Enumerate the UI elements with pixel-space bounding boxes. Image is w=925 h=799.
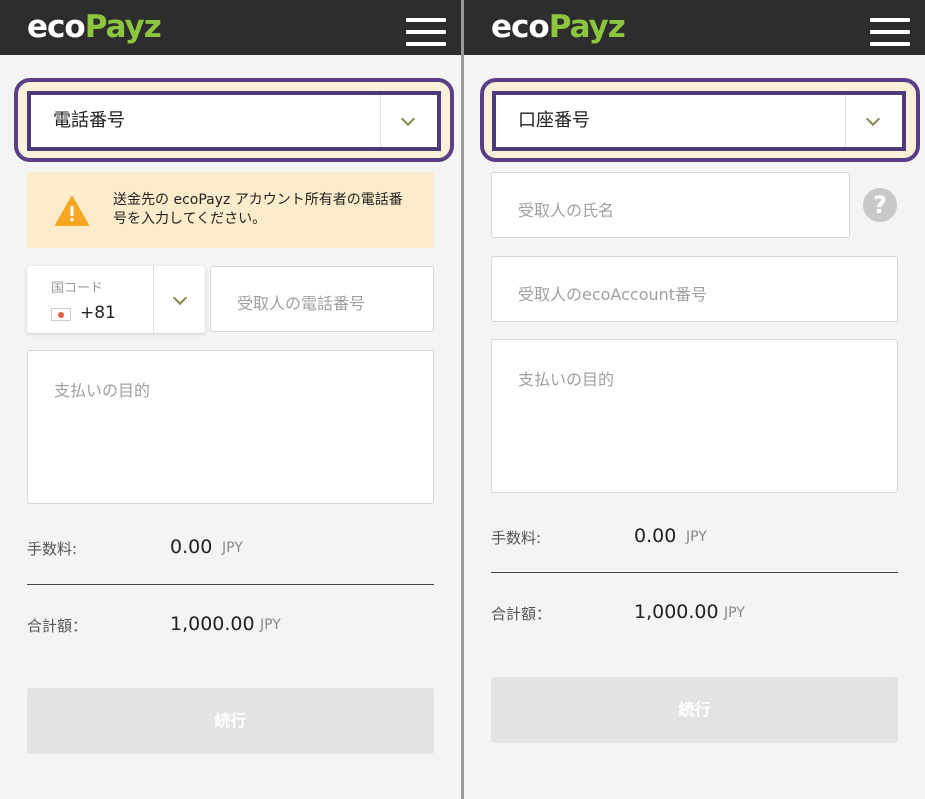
total-currency: JPY [260, 617, 281, 633]
warning-triangle-icon [55, 196, 89, 226]
payment-purpose-textarea[interactable]: 支払いの目的 [27, 350, 434, 504]
recipient-name-input[interactable]: 受取人の氏名 [491, 172, 850, 238]
divider [27, 584, 434, 585]
app-header: ecoPayz [0, 0, 461, 55]
warning-banner: 送金先の ecoPayz アカウント所有者の電話番号を入力してください。 [27, 172, 434, 248]
chevron-down-icon [400, 111, 416, 127]
fee-value: 0.00 [634, 525, 677, 547]
warning-text: 送金先の ecoPayz アカウント所有者の電話番号を入力してください。 [113, 192, 403, 227]
payment-purpose-textarea[interactable]: 支払いの目的 [491, 339, 898, 493]
continue-button[interactable]: 続行 [27, 688, 434, 754]
hamburger-icon[interactable] [406, 18, 446, 46]
chevron-down-icon [865, 111, 881, 127]
transfer-method-select[interactable]: 口座番号 [492, 91, 906, 151]
fee-currency: JPY [686, 529, 707, 545]
continue-button[interactable]: 続行 [491, 677, 898, 743]
japan-flag-icon [51, 308, 71, 321]
total-label: 合計額： [491, 605, 552, 623]
fee-value: 0.00 [170, 536, 213, 558]
fee-label: 手数料: [27, 540, 78, 558]
chevron-down-icon [172, 290, 188, 306]
fee-label: 手数料: [491, 529, 542, 547]
recipient-account-input[interactable]: 受取人のecoAccount番号 [491, 256, 898, 322]
total-value: 1,000.00 [170, 613, 255, 635]
app-header: ecoPayz [464, 0, 925, 55]
total-value: 1,000.00 [634, 601, 719, 623]
country-code-value: +81 [80, 303, 116, 323]
recipient-phone-input[interactable]: 受取人の電話番号 [210, 266, 434, 332]
hamburger-icon[interactable] [870, 18, 910, 46]
transfer-method-value: 電話番号 [53, 110, 125, 131]
total-label: 合計額： [27, 617, 88, 635]
divider [491, 572, 898, 573]
transfer-method-value: 口座番号 [518, 110, 590, 131]
right-panel: ecoPayz 口座番号 受取人の氏名 ? 受取人のecoAccount番号 支… [464, 0, 925, 799]
ecopayz-logo[interactable]: ecoPayz [27, 9, 162, 45]
ecopayz-logo[interactable]: ecoPayz [491, 9, 626, 45]
question-icon[interactable]: ? [863, 188, 897, 222]
transfer-method-select[interactable]: 電話番号 [27, 91, 441, 151]
left-panel: ecoPayz 電話番号 送金先の ecoPayz アカウント所有者の電話番号を… [0, 0, 461, 799]
total-currency: JPY [724, 605, 745, 621]
fee-currency: JPY [222, 540, 243, 556]
country-code-select[interactable]: 国コード +81 [27, 266, 205, 333]
country-code-label: 国コード [51, 281, 104, 296]
